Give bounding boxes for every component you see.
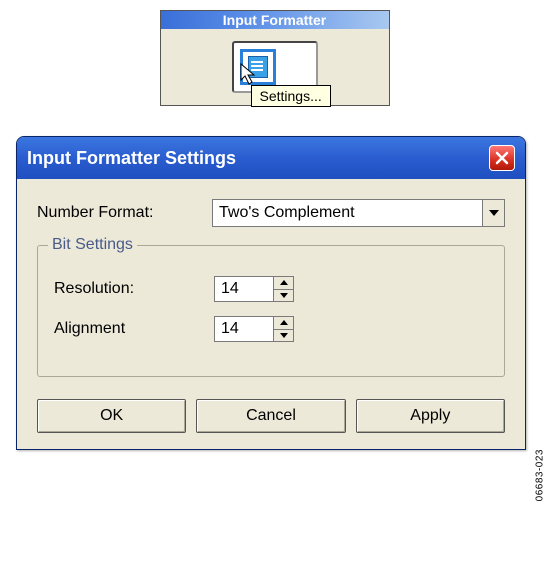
dialog-title: Input Formatter Settings — [27, 148, 236, 169]
resolution-value[interactable]: 14 — [215, 277, 273, 301]
resolution-row: Resolution: 14 — [54, 276, 488, 302]
number-format-value: Two's Complement — [213, 200, 482, 226]
alignment-row: Alignment 14 — [54, 316, 488, 342]
chevron-down-icon — [280, 293, 288, 298]
dialog-titlebar[interactable]: Input Formatter Settings — [17, 137, 525, 179]
resolution-label: Resolution: — [54, 280, 214, 298]
resolution-down-button[interactable] — [274, 290, 293, 302]
apply-button[interactable]: Apply — [356, 399, 505, 433]
resolution-spin-buttons — [273, 277, 293, 301]
alignment-value[interactable]: 14 — [215, 317, 273, 341]
chevron-up-icon — [280, 280, 288, 285]
chevron-up-icon — [280, 320, 288, 325]
mini-window-body: Settings... — [161, 29, 389, 105]
bit-settings-group: Bit Settings Resolution: 14 Alignment 14 — [37, 245, 505, 377]
alignment-label: Alignment — [54, 320, 214, 338]
tooltip-text: Settings... — [260, 88, 322, 104]
settings-icon[interactable] — [240, 49, 276, 85]
dialog-body: Number Format: Two's Complement Bit Sett… — [17, 179, 525, 449]
ok-button[interactable]: OK — [37, 399, 186, 433]
resolution-spinner[interactable]: 14 — [214, 276, 294, 302]
reference-id: 06683-023 — [534, 449, 545, 501]
alignment-up-button[interactable] — [274, 317, 293, 330]
chevron-down-icon — [489, 210, 499, 216]
cancel-button[interactable]: Cancel — [196, 399, 345, 433]
number-format-label: Number Format: — [37, 204, 212, 222]
resolution-up-button[interactable] — [274, 277, 293, 290]
mini-window-titlebar: Input Formatter — [161, 11, 389, 29]
number-format-row: Number Format: Two's Complement — [37, 199, 505, 227]
tooltip: Settings... — [251, 85, 331, 107]
number-format-combo[interactable]: Two's Complement — [212, 199, 505, 227]
settings-dialog: Input Formatter Settings Number Format: … — [16, 136, 526, 450]
alignment-spin-buttons — [273, 317, 293, 341]
chevron-down-icon — [280, 333, 288, 338]
cancel-label: Cancel — [246, 407, 296, 425]
alignment-spinner[interactable]: 14 — [214, 316, 294, 342]
combo-dropdown-button[interactable] — [482, 200, 504, 226]
bit-settings-legend: Bit Settings — [48, 236, 137, 254]
form-icon — [248, 56, 268, 78]
alignment-down-button[interactable] — [274, 330, 293, 342]
apply-label: Apply — [410, 407, 450, 425]
dialog-button-row: OK Cancel Apply — [37, 399, 505, 433]
ok-label: OK — [100, 407, 123, 425]
input-formatter-window: Input Formatter Settings... — [160, 10, 390, 106]
close-button[interactable] — [489, 145, 515, 171]
close-icon — [495, 151, 509, 165]
mini-window-title: Input Formatter — [223, 12, 326, 28]
